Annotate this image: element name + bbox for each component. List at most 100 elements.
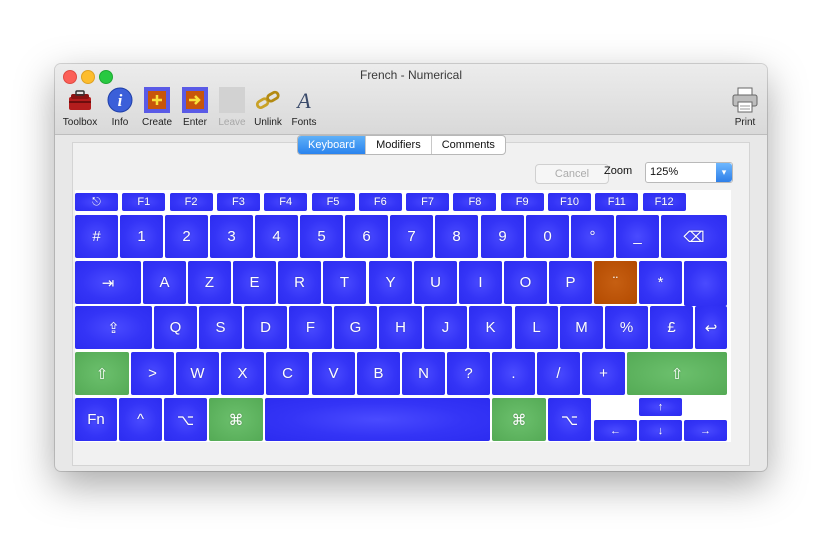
key-return-upper[interactable] [684, 261, 727, 306]
key-number-row[interactable]: 0 [526, 215, 569, 258]
key-f2[interactable]: F2 [169, 193, 213, 211]
key-caps-lock[interactable]: ⇪ [75, 306, 152, 349]
key-number-row[interactable]: 3 [210, 215, 253, 258]
key-r[interactable]: R [278, 261, 321, 304]
key-number-row[interactable]: 2 [165, 215, 208, 258]
key-delete[interactable]: ⌫ [661, 215, 727, 258]
key-escape[interactable]: ⎋ [75, 193, 118, 211]
key-number-row[interactable]: # [75, 215, 118, 258]
key-f12[interactable]: F12 [642, 193, 686, 211]
key-e[interactable]: E [233, 261, 276, 304]
key-bottom-row[interactable]: . [492, 352, 535, 395]
zoom-select[interactable]: 125% ▾ [645, 162, 733, 183]
key-f3[interactable]: F3 [216, 193, 260, 211]
key-j[interactable]: J [424, 306, 467, 349]
chevron-down-icon: ▾ [716, 163, 732, 182]
key-y[interactable]: Y [369, 261, 412, 304]
key-number-row[interactable]: _ [616, 215, 659, 258]
print-button[interactable]: Print [725, 86, 765, 128]
key-f6[interactable]: F6 [358, 193, 402, 211]
key-right-option[interactable]: ⌥ [548, 398, 591, 441]
key-left-option[interactable]: ⌥ [164, 398, 207, 441]
key-fn[interactable]: Fn [75, 398, 117, 441]
key-i[interactable]: I [459, 261, 502, 304]
key-d[interactable]: D [244, 306, 287, 349]
tab-comments[interactable]: Comments [430, 136, 505, 154]
key-tab[interactable]: ⇥ [75, 261, 141, 304]
fonts-button[interactable]: A Fonts [284, 86, 324, 128]
key-arrow-right[interactable]: → [684, 420, 727, 441]
key-o[interactable]: O [504, 261, 547, 304]
key-f4[interactable]: F4 [264, 193, 308, 211]
key-number-row[interactable]: 9 [481, 215, 524, 258]
key-g[interactable]: G [334, 306, 377, 349]
key-t[interactable]: T [323, 261, 366, 304]
info-button[interactable]: i Info [100, 86, 140, 128]
key-h[interactable]: H [379, 306, 422, 349]
key-number-row[interactable]: ° [571, 215, 614, 258]
key-number-row[interactable]: 8 [435, 215, 478, 258]
cancel-button[interactable]: Cancel [535, 164, 609, 184]
key-bottom-row[interactable]: X [221, 352, 264, 395]
key-bottom-row[interactable]: + [582, 352, 625, 395]
key-return[interactable]: ↩ [695, 306, 727, 349]
key-f8[interactable]: F8 [453, 193, 497, 211]
info-icon: i [106, 86, 134, 114]
key-f7[interactable]: F7 [406, 193, 450, 211]
create-label: Create [141, 117, 172, 128]
key-f1[interactable]: F1 [122, 193, 166, 211]
tab-modifiers[interactable]: Modifiers [365, 136, 431, 154]
key-a[interactable]: A [143, 261, 186, 304]
key-l[interactable]: L [515, 306, 558, 349]
key-symbol[interactable]: * [639, 261, 682, 304]
view-tabs: Keyboard Modifiers Comments [297, 135, 506, 155]
key-bottom-row[interactable]: / [537, 352, 580, 395]
key-arrow-left[interactable]: ← [594, 420, 637, 441]
key-s[interactable]: S [199, 306, 242, 349]
key-space[interactable] [265, 398, 490, 441]
svg-text:A: A [295, 88, 311, 113]
toolbox-button[interactable]: Toolbox [60, 86, 100, 128]
key-bottom-row[interactable]: ? [447, 352, 490, 395]
key-bottom-row[interactable]: > [131, 352, 174, 395]
key-symbol[interactable]: % [605, 306, 648, 349]
key-bottom-row[interactable]: C [266, 352, 309, 395]
key-p[interactable]: P [549, 261, 592, 304]
key-u[interactable]: U [414, 261, 457, 304]
key-number-row[interactable]: 5 [300, 215, 343, 258]
zoom-value: 125% [650, 166, 679, 178]
key-number-row[interactable]: 1 [120, 215, 163, 258]
key-number-row[interactable]: 6 [345, 215, 388, 258]
key-right-shift[interactable]: ⇧ [627, 352, 727, 395]
key-symbol[interactable]: £ [650, 306, 693, 349]
key-bottom-row[interactable]: N [402, 352, 445, 395]
key-left-command[interactable]: ⌘ [209, 398, 263, 441]
create-button[interactable]: Create [137, 86, 177, 128]
key-number-row[interactable]: 4 [255, 215, 298, 258]
key-arrow-up[interactable]: ↑ [639, 398, 682, 416]
key-bottom-row[interactable]: V [312, 352, 355, 395]
enter-button[interactable]: Enter [175, 86, 215, 128]
key-control[interactable]: ^ [119, 398, 162, 441]
leave-button[interactable]: Leave [212, 86, 252, 128]
key-f[interactable]: F [289, 306, 332, 349]
key-arrow-down[interactable]: ↓ [639, 420, 682, 441]
key-symbol[interactable]: ¨ [594, 261, 637, 304]
key-z[interactable]: Z [188, 261, 231, 304]
key-f10[interactable]: F10 [548, 193, 591, 211]
key-left-shift[interactable]: ⇧ [75, 352, 129, 395]
key-m[interactable]: M [560, 306, 603, 349]
key-f5[interactable]: F5 [311, 193, 355, 211]
key-bottom-row[interactable]: B [357, 352, 400, 395]
key-right-command[interactable]: ⌘ [492, 398, 546, 441]
enter-icon [181, 86, 209, 114]
unlink-button[interactable]: Unlink [248, 86, 288, 128]
key-k[interactable]: K [469, 306, 512, 349]
tab-keyboard[interactable]: Keyboard [298, 136, 366, 154]
key-f11[interactable]: F11 [595, 193, 639, 211]
key-bottom-row[interactable]: W [176, 352, 219, 395]
fonts-label: Fonts [291, 117, 317, 128]
key-number-row[interactable]: 7 [390, 215, 433, 258]
key-f9[interactable]: F9 [500, 193, 544, 211]
key-q[interactable]: Q [154, 306, 197, 349]
